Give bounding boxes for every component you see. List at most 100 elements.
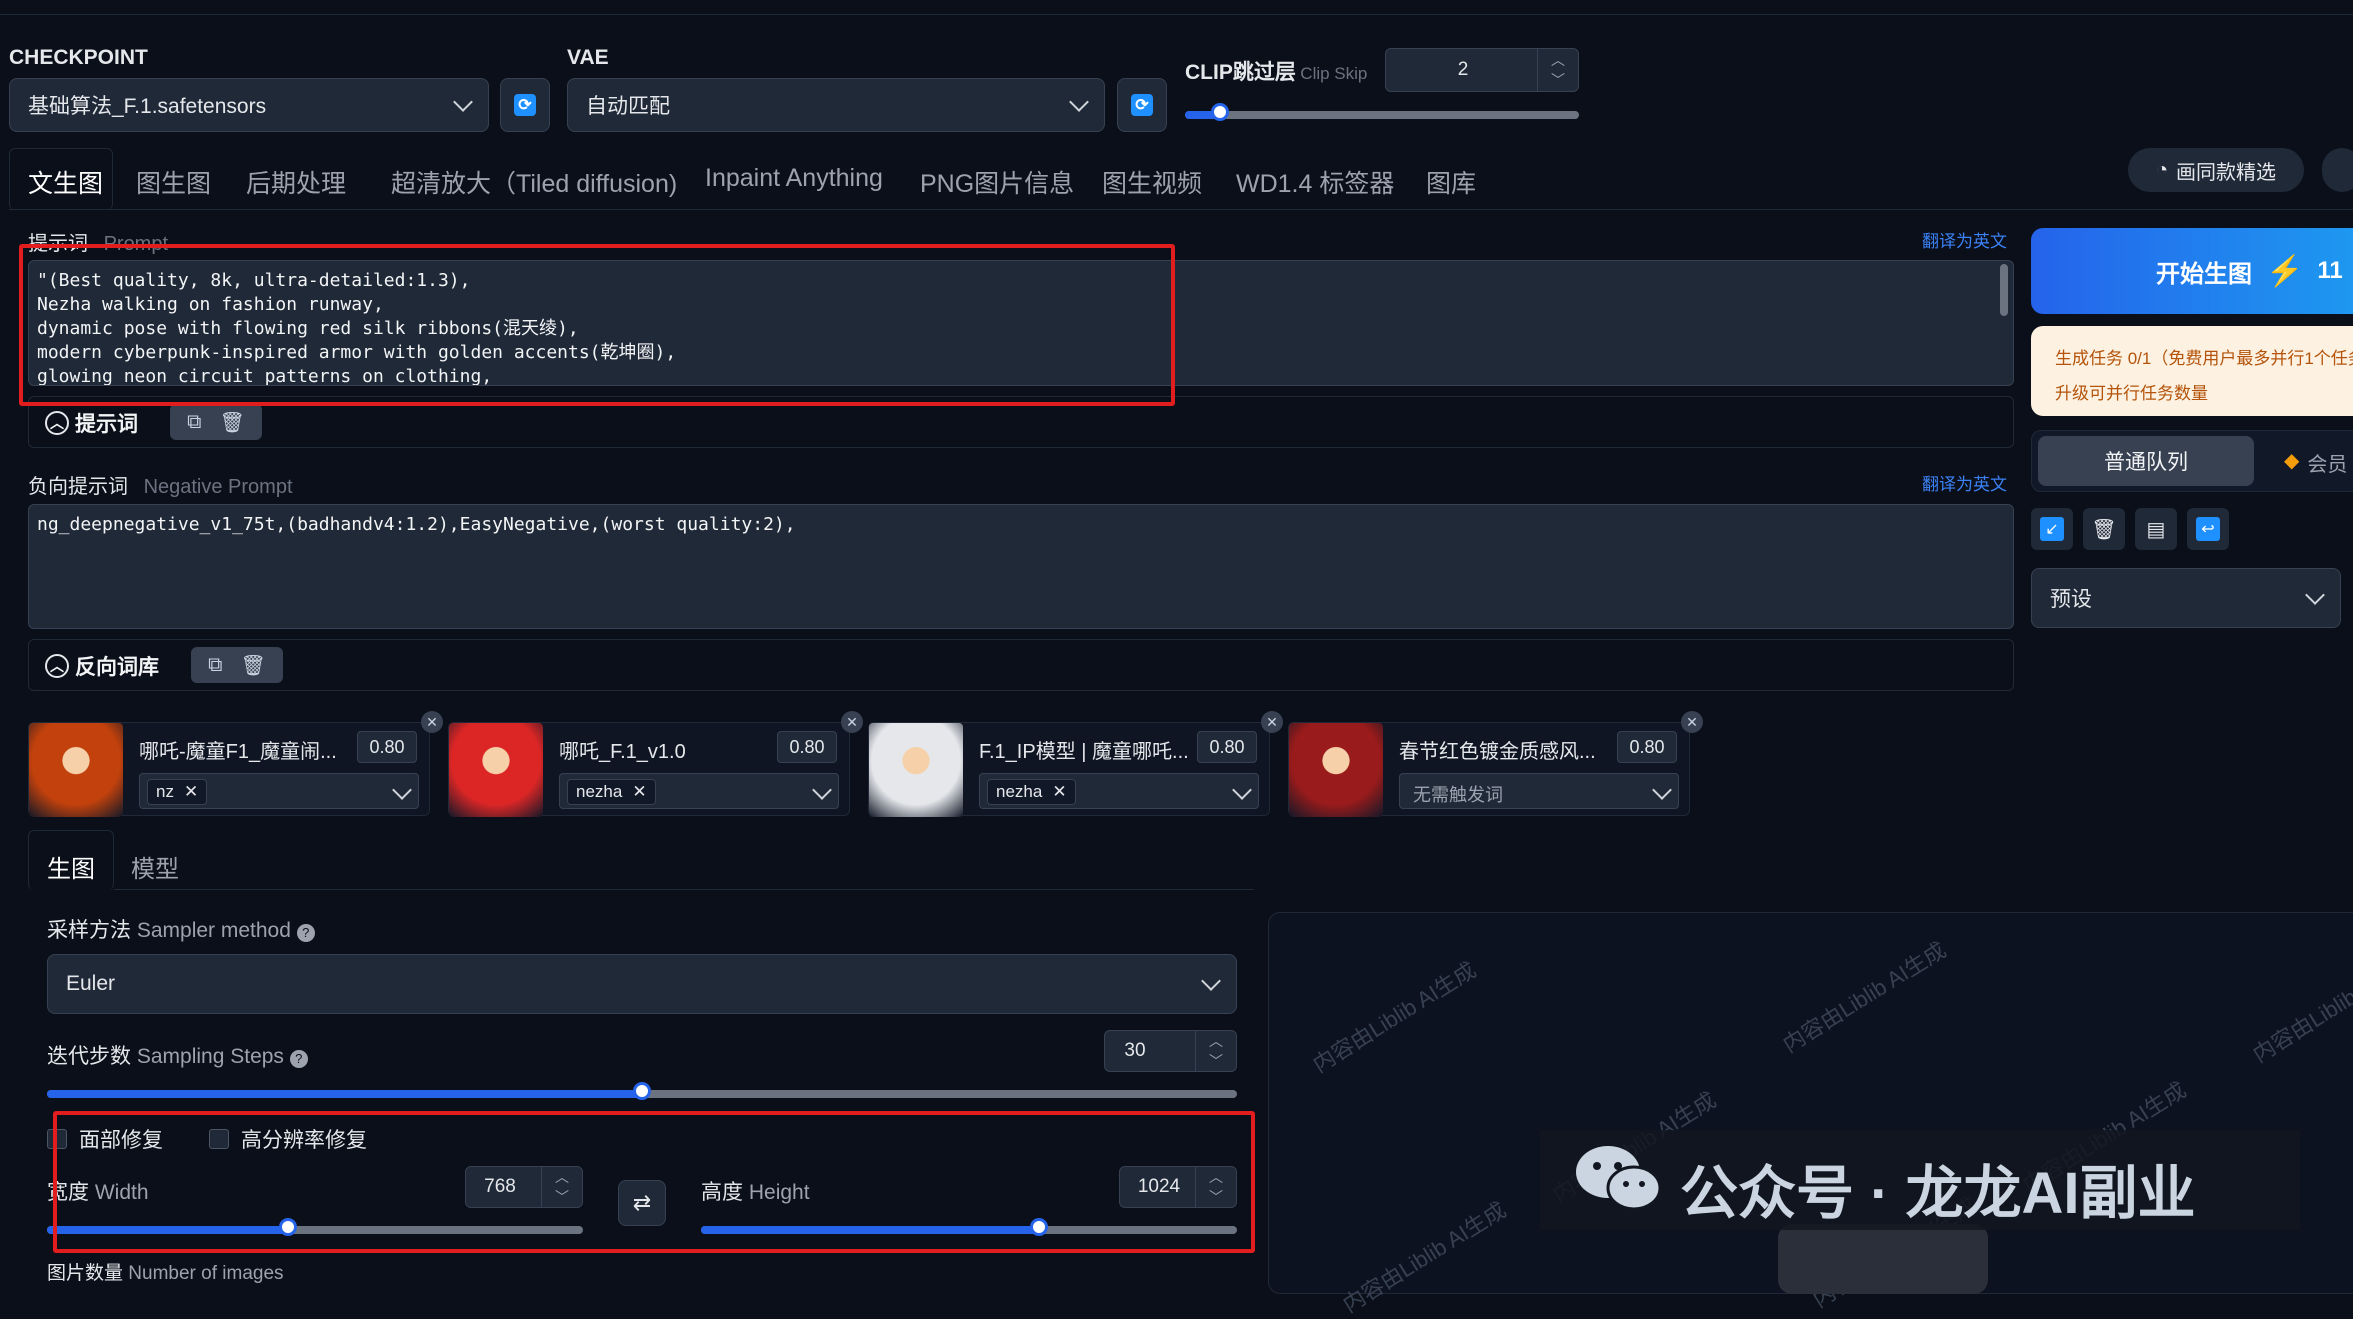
copy-icon[interactable]: ⧉ [187, 411, 201, 434]
tab-tiled-diffusion[interactable]: 超清放大（Tiled diffusion) [391, 164, 677, 200]
task-info-line1: 生成任务 0/1（免费用户最多并行1个任务） [2055, 349, 2353, 368]
clip-skip-value: 2 [1457, 59, 1469, 80]
steps-slider[interactable] [47, 1082, 1237, 1100]
undo-icon: ↩ [2196, 517, 2220, 541]
checkpoint-label: CHECKPOINT [9, 46, 148, 69]
highlight-box-dimensions [53, 1111, 1255, 1253]
clip-skip-input[interactable]: 2 ︿ ﹀ [1385, 48, 1579, 92]
lora-thumbnail[interactable] [1289, 723, 1383, 817]
lora-name: 春节红色镀金质感风... [1399, 741, 1596, 763]
tab-wd-tagger[interactable]: WD1.4 标签器 [1236, 164, 1394, 200]
same-style-label: 画同款精选 [2176, 161, 2277, 184]
tab-txt2img[interactable]: 文生图 [28, 164, 103, 200]
generate-label: 开始生图 [2156, 260, 2252, 288]
vae-select[interactable]: 自动匹配 [567, 78, 1105, 132]
remove-lora-icon[interactable]: ✕ [1261, 711, 1283, 733]
remove-lora-icon[interactable]: ✕ [1681, 711, 1703, 733]
vae-value: 自动匹配 [586, 95, 670, 118]
prompt-collapse-toggle[interactable]: ︿ 提示词 [45, 408, 138, 438]
member-label: 会员 [2307, 454, 2348, 476]
chevron-down-icon[interactable]: ﹀ [1209, 1051, 1223, 1071]
task-info-line2[interactable]: 升级可并行任务数量 [2055, 379, 2353, 404]
negative-toolbar-label: 反向词库 [75, 656, 159, 679]
copy-icon[interactable]: ⧉ [208, 654, 222, 677]
lora-name: F.1_IP模型 | 魔童哪吒... [979, 741, 1189, 763]
clip-skip-slider-handle[interactable] [1211, 103, 1230, 121]
chevron-down-icon[interactable]: ﹀ [1551, 70, 1565, 90]
generate-button[interactable]: 开始生图 ⚡ 11 [2031, 228, 2353, 314]
clip-skip-slider[interactable] [1185, 103, 1579, 121]
close-icon[interactable]: ✕ [1052, 782, 1066, 802]
trash-icon[interactable]: 🗑 [219, 410, 244, 435]
steps-slider-handle[interactable] [633, 1082, 651, 1100]
chevron-up-icon[interactable]: ︿ [1209, 1031, 1223, 1051]
chevron-up-icon[interactable]: ︿ [1551, 50, 1565, 70]
clip-skip-stepper[interactable]: ︿ ﹀ [1537, 49, 1578, 91]
remove-lora-icon[interactable]: ✕ [841, 711, 863, 733]
normal-queue-button[interactable]: 普通队列 [2038, 436, 2254, 486]
tabs-divider [9, 209, 2353, 210]
lora-thumbnail[interactable] [449, 723, 543, 817]
steps-stepper[interactable]: ︿ ﹀ [1195, 1031, 1236, 1071]
clear-button[interactable]: 🗑 [2083, 508, 2125, 550]
lora-trigger-text: nezha [576, 782, 623, 801]
help-icon[interactable]: ? [289, 1050, 308, 1068]
lora-weight-input[interactable]: 0.80 [357, 731, 417, 763]
steps-label-sub: Sampling Steps [136, 1045, 284, 1068]
prompt-scrollbar[interactable] [2000, 264, 2008, 316]
preset-select[interactable]: 预设 [2031, 568, 2341, 628]
checkpoint-value: 基础算法_F.1.safetensors [28, 95, 267, 118]
lora-thumbnail[interactable] [29, 723, 123, 817]
same-style-button[interactable]: ◔ 画同款精选 [2128, 148, 2304, 192]
negative-label: 负向提示词 Negative Prompt [28, 470, 293, 499]
tab-postprocess[interactable]: 后期处理 [246, 164, 346, 200]
normal-queue-label: 普通队列 [2104, 451, 2188, 474]
member-queue-button[interactable]: ◆ 会员 [2284, 448, 2347, 477]
lora-trigger-tag[interactable]: nezha ✕ [567, 779, 656, 805]
lora-trigger-tag[interactable]: nz ✕ [147, 779, 208, 805]
vae-label: VAE [567, 46, 609, 69]
negative-label-main: 负向提示词 [28, 476, 128, 498]
lora-name: 哪吒_F.1_v1.0 [559, 741, 686, 763]
prompt-toolbar-label: 提示词 [75, 413, 138, 436]
tab-img2img[interactable]: 图生图 [136, 164, 211, 200]
sampler-label-sub: Sampler method [136, 919, 291, 942]
checkpoint-select[interactable]: 基础算法_F.1.safetensors [9, 78, 489, 132]
sampler-select[interactable]: Euler [47, 954, 1237, 1014]
subtab-generate[interactable]: 生图 [47, 849, 95, 884]
remove-lora-icon[interactable]: ✕ [421, 711, 443, 733]
notes-button[interactable]: ▤ [2135, 508, 2177, 550]
credits-value: 11 [2317, 257, 2343, 284]
negative-translate-link[interactable]: 翻译为英文 [1922, 470, 2007, 495]
collapse-icon: ︿ [45, 411, 69, 435]
negative-textarea[interactable]: ng_deepnegative_v1_75t,(badhandv4:1.2),E… [28, 504, 2014, 629]
lora-weight-input[interactable]: 0.80 [1617, 731, 1677, 763]
prompt-translate-link[interactable]: 翻译为英文 [1922, 227, 2007, 252]
sampler-value: Euler [66, 972, 116, 995]
lora-weight-input[interactable]: 0.80 [777, 731, 837, 763]
steps-input[interactable]: 30 ︿ ﹀ [1104, 1030, 1237, 1072]
tab-gallery[interactable]: 图库 [1426, 164, 1476, 200]
close-icon[interactable]: ✕ [184, 782, 198, 802]
lora-thumbnail[interactable] [869, 723, 963, 817]
arrow-icon: ↙ [2040, 517, 2064, 541]
restore-button[interactable]: ↩ [2187, 508, 2229, 550]
tab-inpaint-anything[interactable]: Inpaint Anything [705, 164, 883, 193]
tab-png-info[interactable]: PNG图片信息 [920, 164, 1074, 200]
subtab-model[interactable]: 模型 [131, 849, 179, 884]
close-icon[interactable]: ✕ [632, 782, 646, 802]
negative-collapse-toggle[interactable]: ︿ 反向词库 [45, 651, 159, 681]
chevron-down-icon [1201, 971, 1221, 991]
chat-button[interactable] [2322, 148, 2353, 192]
lora-weight-input[interactable]: 0.80 [1197, 731, 1257, 763]
lora-trigger-tag[interactable]: nezha ✕ [987, 779, 1076, 805]
chevron-down-icon [2305, 585, 2325, 605]
refresh-icon: ⟳ [1131, 94, 1153, 116]
apply-style-button[interactable]: ↙ [2031, 508, 2073, 550]
help-icon[interactable]: ? [296, 924, 315, 942]
vae-refresh-button[interactable]: ⟳ [1117, 78, 1167, 132]
preset-value: 预设 [2050, 588, 2092, 611]
trash-icon[interactable]: 🗑 [240, 653, 265, 678]
tab-img2video[interactable]: 图生视频 [1102, 164, 1202, 200]
checkpoint-refresh-button[interactable]: ⟳ [500, 78, 550, 132]
